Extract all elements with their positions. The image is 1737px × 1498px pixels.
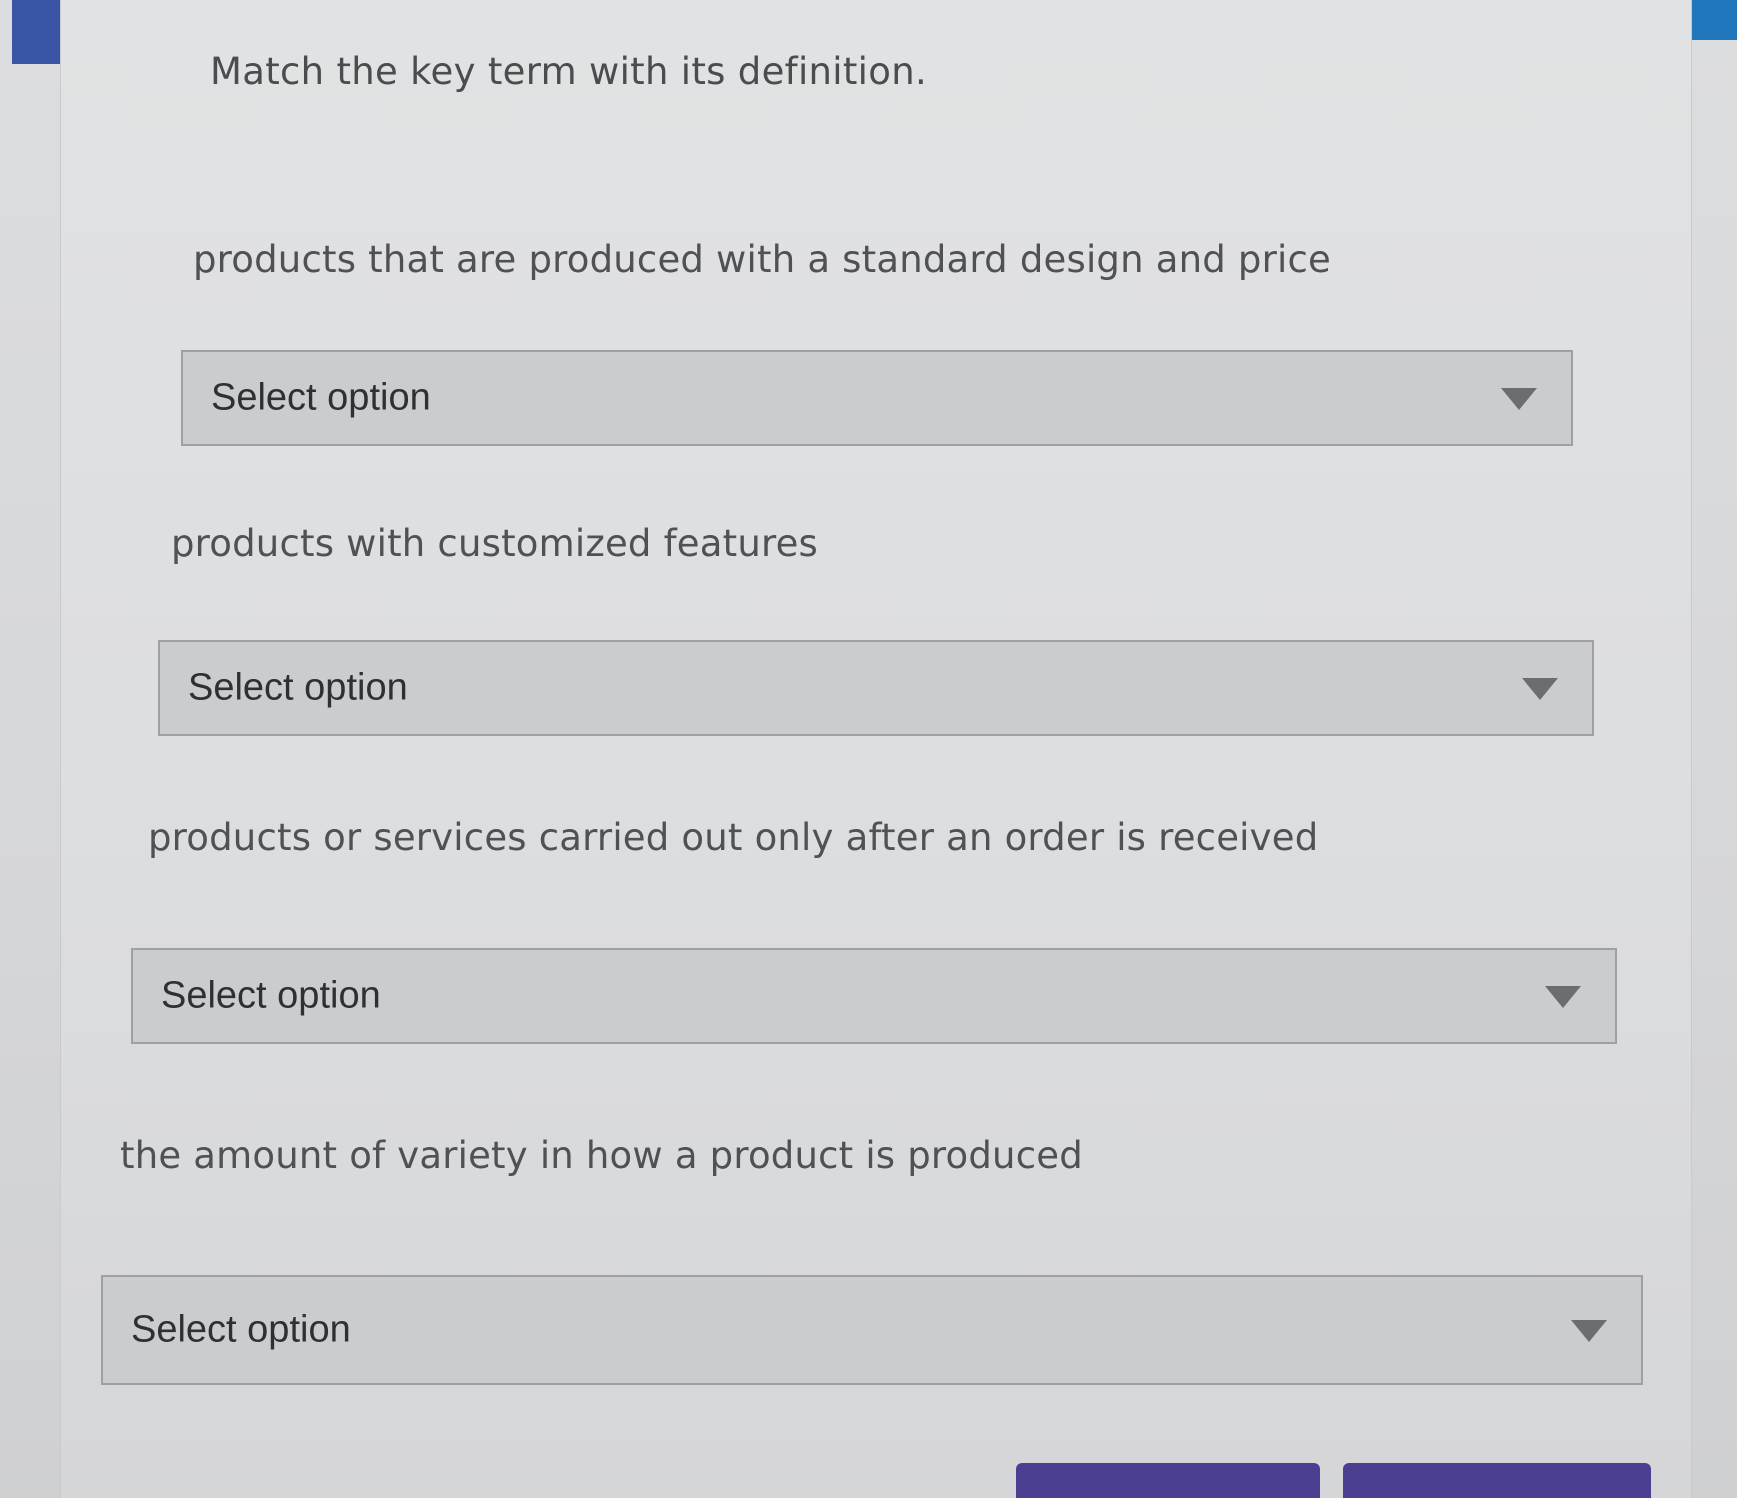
- match-select-1[interactable]: Select option: [181, 350, 1573, 446]
- chevron-down-icon: [1501, 388, 1537, 410]
- definition-3: products or services carried out only af…: [148, 816, 1319, 859]
- match-select-3[interactable]: Select option: [131, 948, 1617, 1044]
- question-instruction: Match the key term with its definition.: [210, 50, 928, 93]
- action-button-left[interactable]: [1016, 1463, 1320, 1498]
- action-button-right[interactable]: [1343, 1463, 1651, 1498]
- question-card: [60, 0, 1692, 1498]
- select-value-3: Select option: [161, 974, 381, 1017]
- select-value-4: Select option: [131, 1308, 351, 1351]
- match-select-2[interactable]: Select option: [158, 640, 1594, 736]
- page: Match the key term with its definition. …: [0, 0, 1737, 1498]
- select-value-2: Select option: [188, 666, 408, 709]
- definition-1: products that are produced with a standa…: [193, 238, 1331, 281]
- definition-2: products with customized features: [171, 522, 819, 565]
- chevron-down-icon: [1571, 1320, 1607, 1342]
- match-select-4[interactable]: Select option: [101, 1275, 1643, 1385]
- select-value-1: Select option: [211, 376, 431, 419]
- chevron-down-icon: [1545, 986, 1581, 1008]
- definition-4: the amount of variety in how a product i…: [120, 1134, 1083, 1177]
- chevron-down-icon: [1522, 678, 1558, 700]
